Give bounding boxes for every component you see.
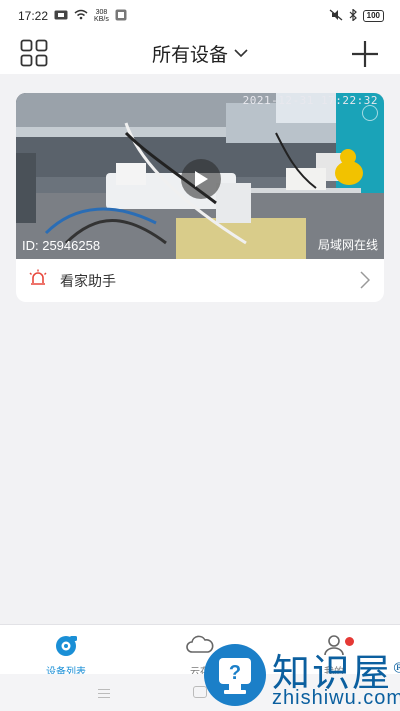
network-speed-unit: KB/s xyxy=(94,16,109,23)
device-status: 局域网在线 xyxy=(317,238,378,252)
menu-icon[interactable] xyxy=(98,689,110,701)
tab-device-list[interactable]: 设备列表 xyxy=(26,633,106,678)
nav-title: 所有设备 xyxy=(151,44,228,66)
registered-mark: ® xyxy=(392,660,400,676)
network-speed: 308 KB/s xyxy=(94,9,109,23)
device-id: ID: 25946258 xyxy=(22,238,101,253)
app-notification-icon xyxy=(115,9,127,24)
nav-bar: 所有设备 xyxy=(0,32,400,74)
grid-view-icon[interactable] xyxy=(20,39,48,67)
svg-text:?: ? xyxy=(229,662,241,684)
wifi-icon xyxy=(74,9,88,23)
battery-level: 100 xyxy=(362,10,384,22)
home-helper-row[interactable]: 看家助手 xyxy=(16,259,384,302)
play-button[interactable] xyxy=(181,159,221,199)
network-speed-value: 308 xyxy=(95,9,108,16)
play-icon xyxy=(195,171,208,187)
chevron-right-icon xyxy=(360,271,371,294)
home-helper-label: 看家助手 xyxy=(60,272,116,289)
plus-icon xyxy=(352,41,378,67)
watermark-subtitle: zhishiwu.com xyxy=(272,687,400,709)
device-card[interactable]: 2021-12-31 17:22:32 ID: 25946258 局域网在线 看… xyxy=(16,93,384,302)
camera-corner-icon xyxy=(362,105,378,121)
add-device-button[interactable] xyxy=(350,39,380,69)
status-time: 17:22 xyxy=(18,9,49,23)
chevron-down-icon xyxy=(234,42,248,64)
watermark: ? 知识屋® zhishiwu.com xyxy=(198,640,400,711)
bluetooth-icon xyxy=(349,7,357,24)
mute-icon xyxy=(329,9,343,24)
camera-timestamp: 2021-12-31 17:22:32 xyxy=(242,94,378,107)
watermark-logo: ? xyxy=(204,644,266,706)
camera-preview[interactable]: 2021-12-31 17:22:32 ID: 25946258 局域网在线 xyxy=(16,93,384,259)
alarm-light-icon xyxy=(28,269,48,292)
status-bar: 17:22 308 KB/s 100 xyxy=(0,0,400,32)
message-icon xyxy=(54,9,68,23)
device-filter-dropdown[interactable]: 所有设备 xyxy=(152,40,248,67)
camera-icon xyxy=(53,633,79,660)
